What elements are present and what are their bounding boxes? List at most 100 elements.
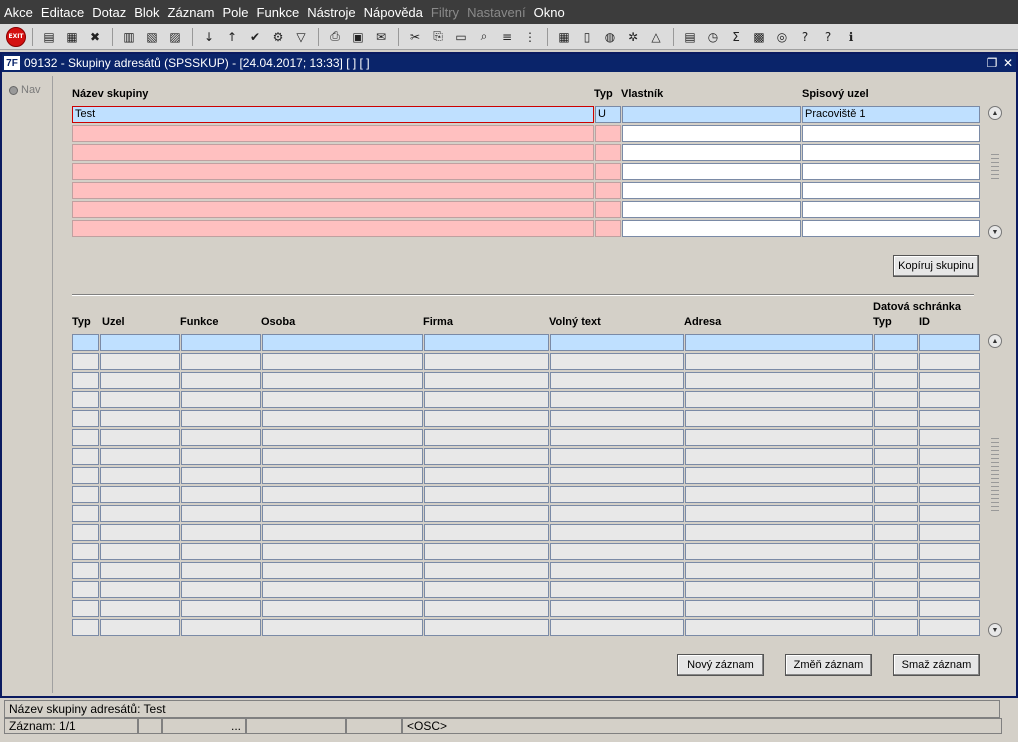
- member-function-field[interactable]: [181, 353, 261, 370]
- member-type-field[interactable]: [72, 486, 99, 503]
- menu-item[interactable]: Záznam: [168, 5, 215, 20]
- member-databox-id-field[interactable]: [919, 467, 980, 484]
- group-type-field[interactable]: [595, 144, 621, 161]
- scroll-grip[interactable]: [991, 154, 999, 182]
- group-owner-field[interactable]: [622, 144, 801, 161]
- group-name-field[interactable]: [72, 144, 594, 161]
- group-registry-field[interactable]: [802, 220, 980, 237]
- member-databox-id-field[interactable]: [919, 619, 980, 636]
- scroll-down-icon[interactable]: ▼: [988, 225, 1002, 239]
- member-free-text-field[interactable]: [550, 467, 684, 484]
- group-name-field[interactable]: [72, 182, 594, 199]
- browser-icon[interactable]: ◎: [771, 26, 793, 48]
- member-company-field[interactable]: [424, 467, 549, 484]
- member-databox-id-field[interactable]: [919, 543, 980, 560]
- member-type-field[interactable]: [72, 543, 99, 560]
- member-type-field[interactable]: [72, 448, 99, 465]
- menu-item[interactable]: Pole: [223, 5, 249, 20]
- member-type-field[interactable]: [72, 334, 99, 351]
- member-node-field[interactable]: [100, 372, 180, 389]
- member-free-text-field[interactable]: [550, 562, 684, 579]
- member-databox-type-field[interactable]: [874, 619, 918, 636]
- member-node-field[interactable]: [100, 524, 180, 541]
- member-databox-id-field[interactable]: [919, 410, 980, 427]
- group-owner-field[interactable]: [622, 182, 801, 199]
- member-function-field[interactable]: [181, 486, 261, 503]
- member-databox-type-field[interactable]: [874, 486, 918, 503]
- member-address-field[interactable]: [685, 334, 873, 351]
- filter-icon[interactable]: ▽: [290, 26, 312, 48]
- member-function-field[interactable]: [181, 543, 261, 560]
- group-type-field[interactable]: [595, 163, 621, 180]
- group-type-field[interactable]: [595, 201, 621, 218]
- member-address-field[interactable]: [685, 600, 873, 617]
- group-registry-field[interactable]: [802, 201, 980, 218]
- groups-scrollbar[interactable]: ▲ ▼: [988, 106, 1002, 239]
- member-person-field[interactable]: [262, 619, 423, 636]
- group-owner-field[interactable]: [622, 106, 801, 123]
- menu-item[interactable]: Blok: [134, 5, 159, 20]
- menu-item[interactable]: Nápověda: [364, 5, 423, 20]
- member-company-field[interactable]: [424, 562, 549, 579]
- report-icon[interactable]: ▤: [679, 26, 701, 48]
- member-company-field[interactable]: [424, 429, 549, 446]
- member-company-field[interactable]: [424, 334, 549, 351]
- member-function-field[interactable]: [181, 448, 261, 465]
- member-databox-id-field[interactable]: [919, 334, 980, 351]
- menu-item[interactable]: Dotaz: [92, 5, 126, 20]
- member-free-text-field[interactable]: [550, 619, 684, 636]
- help-icon[interactable]: ?: [817, 26, 839, 48]
- help-context-icon[interactable]: ?: [794, 26, 816, 48]
- member-node-field[interactable]: [100, 600, 180, 617]
- member-person-field[interactable]: [262, 524, 423, 541]
- member-node-field[interactable]: [100, 619, 180, 636]
- paste-icon[interactable]: ▭: [450, 26, 472, 48]
- member-databox-id-field[interactable]: [919, 524, 980, 541]
- group-owner-field[interactable]: [622, 220, 801, 237]
- member-databox-type-field[interactable]: [874, 410, 918, 427]
- group-registry-field[interactable]: [802, 144, 980, 161]
- group-type-field[interactable]: [595, 125, 621, 142]
- member-company-field[interactable]: [424, 543, 549, 560]
- member-free-text-field[interactable]: [550, 391, 684, 408]
- delete-record-icon[interactable]: ✖: [84, 26, 106, 48]
- member-type-field[interactable]: [72, 600, 99, 617]
- member-person-field[interactable]: [262, 505, 423, 522]
- member-company-field[interactable]: [424, 353, 549, 370]
- member-free-text-field[interactable]: [550, 448, 684, 465]
- member-databox-id-field[interactable]: [919, 429, 980, 446]
- member-function-field[interactable]: [181, 429, 261, 446]
- member-node-field[interactable]: [100, 391, 180, 408]
- member-address-field[interactable]: [685, 619, 873, 636]
- member-databox-type-field[interactable]: [874, 429, 918, 446]
- scroll-down-icon[interactable]: ▼: [988, 623, 1002, 637]
- member-address-field[interactable]: [685, 524, 873, 541]
- member-type-field[interactable]: [72, 372, 99, 389]
- member-person-field[interactable]: [262, 353, 423, 370]
- group-registry-field[interactable]: [802, 163, 980, 180]
- member-company-field[interactable]: [424, 619, 549, 636]
- scroll-grip[interactable]: [991, 438, 999, 514]
- member-person-field[interactable]: [262, 543, 423, 560]
- member-free-text-field[interactable]: [550, 486, 684, 503]
- member-company-field[interactable]: [424, 581, 549, 598]
- member-function-field[interactable]: [181, 562, 261, 579]
- group-type-field[interactable]: [595, 220, 621, 237]
- member-address-field[interactable]: [685, 543, 873, 560]
- new-record-button[interactable]: Nový záznam: [677, 654, 764, 676]
- member-free-text-field[interactable]: [550, 600, 684, 617]
- settings-wheel-icon[interactable]: ✲: [622, 26, 644, 48]
- member-person-field[interactable]: [262, 486, 423, 503]
- tool-icon[interactable]: ⚙: [267, 26, 289, 48]
- edit-record-button[interactable]: Změň záznam: [785, 654, 872, 676]
- member-node-field[interactable]: [100, 543, 180, 560]
- member-databox-type-field[interactable]: [874, 372, 918, 389]
- scroll-up-icon[interactable]: ▲: [988, 334, 1002, 348]
- sort-asc-icon[interactable]: ↓: [198, 26, 220, 48]
- member-person-field[interactable]: [262, 600, 423, 617]
- member-databox-type-field[interactable]: [874, 467, 918, 484]
- member-free-text-field[interactable]: [550, 429, 684, 446]
- member-databox-type-field[interactable]: [874, 543, 918, 560]
- member-address-field[interactable]: [685, 391, 873, 408]
- member-databox-id-field[interactable]: [919, 600, 980, 617]
